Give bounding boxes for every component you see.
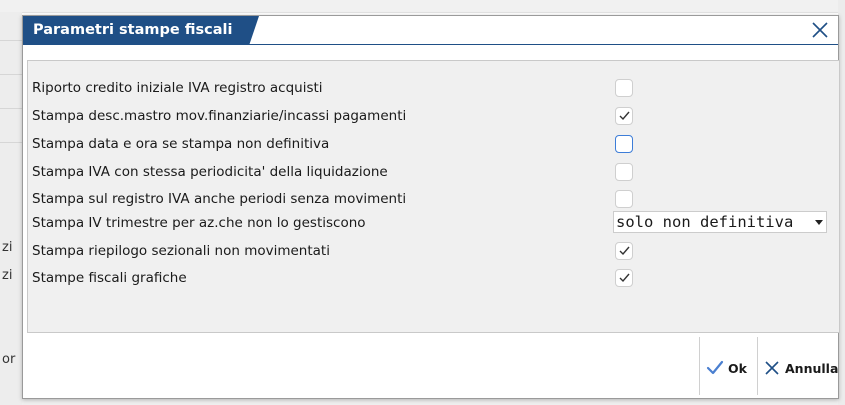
- dropdown-arrow-icon: [815, 220, 823, 225]
- background-text-fragment: zi: [2, 268, 13, 283]
- options-panel: Riporto credito iniziale IVA registro ac…: [27, 60, 840, 333]
- option-label: Stampa riepilogo sezionali non movimenta…: [32, 243, 330, 259]
- background-text-fragment: or: [2, 352, 16, 367]
- button-separator: [699, 337, 700, 395]
- ok-button[interactable]: Ok: [706, 357, 752, 381]
- fiscal-print-parameters-dialog: Parametri stampe fiscali Riporto credito…: [22, 15, 840, 399]
- dialog-title: Parametri stampe fiscali: [23, 16, 259, 44]
- button-separator: [757, 337, 758, 395]
- checkbox-riporto-credito[interactable]: [615, 79, 633, 97]
- background-window-top: [0, 0, 845, 13]
- background-window-left: [0, 12, 22, 405]
- ok-button-label: Ok: [728, 361, 747, 376]
- option-label: Stampa sul registro IVA anche periodi se…: [32, 191, 407, 207]
- option-label: Stampa IV trimestre per az.che non lo ge…: [32, 215, 366, 231]
- close-icon: [765, 361, 779, 375]
- title-underline: [23, 44, 838, 45]
- checkmark-icon: [619, 111, 630, 121]
- checkmark-icon: [619, 273, 630, 283]
- checkbox-stessa-periodicita[interactable]: [615, 163, 633, 181]
- option-label: Stampe fiscali grafiche: [32, 270, 187, 286]
- checkbox-periodi-senza-movimenti[interactable]: [615, 190, 633, 208]
- checkbox-data-ora[interactable]: [615, 135, 633, 153]
- option-label: Riporto credito iniziale IVA registro ac…: [32, 80, 323, 96]
- cancel-button-label: Annulla: [785, 361, 839, 376]
- option-label: Stampa IVA con stessa periodicita' della…: [32, 164, 388, 180]
- checkbox-riepilogo-sezionali[interactable]: [615, 242, 633, 260]
- iv-trimestre-select[interactable]: solo non definitiva: [613, 211, 827, 233]
- close-button[interactable]: [810, 20, 830, 40]
- checkbox-desc-mastro[interactable]: [615, 107, 633, 125]
- background-text-fragment: zi: [2, 240, 13, 255]
- select-value: solo non definitiva: [616, 213, 794, 231]
- cancel-button[interactable]: Annulla: [764, 357, 838, 381]
- checkbox-stampe-grafiche[interactable]: [615, 269, 633, 287]
- checkmark-icon: [619, 246, 630, 256]
- option-label: Stampa desc.mastro mov.finanziarie/incas…: [32, 108, 407, 124]
- close-icon: [812, 22, 828, 38]
- check-icon: [706, 360, 724, 375]
- option-label: Stampa data e ora se stampa non definiti…: [32, 136, 330, 152]
